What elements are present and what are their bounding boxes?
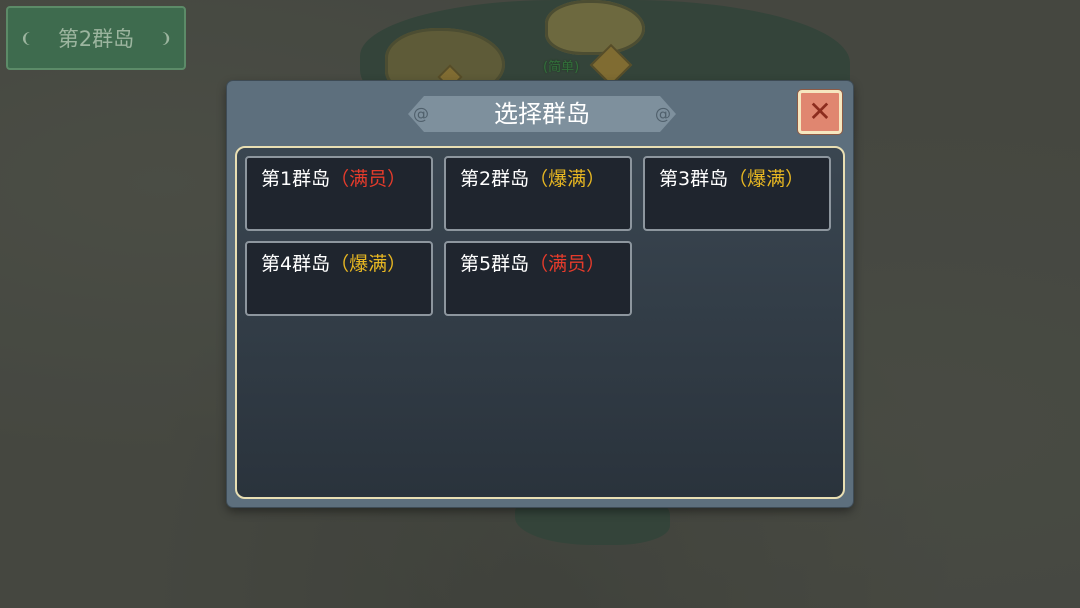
- island-option-label: 第4群岛（爆满）: [261, 249, 406, 276]
- island-name: 第4群岛: [261, 253, 331, 275]
- island-option-1[interactable]: 第1群岛（满员）: [245, 156, 433, 231]
- island-status: （满员）: [330, 168, 407, 190]
- island-option-3[interactable]: 第3群岛（爆满）: [643, 156, 831, 231]
- island-option-label: 第5群岛（满员）: [460, 249, 605, 276]
- badge-ornament-right-icon: ❩: [160, 31, 172, 47]
- close-button[interactable]: ✕: [798, 90, 842, 134]
- island-status: （爆满）: [529, 168, 606, 190]
- island-status: （满员）: [529, 253, 606, 275]
- dialog-title-banner: @ 选择群岛 @: [408, 96, 676, 132]
- island-option-4[interactable]: 第4群岛（爆满）: [245, 241, 433, 316]
- island-status: （爆满）: [330, 253, 407, 275]
- island-name: 第5群岛: [460, 253, 530, 275]
- island-option-label: 第2群岛（爆满）: [460, 164, 605, 191]
- island-list-panel: 第1群岛（满员） 第2群岛（爆满） 第3群岛（爆满） 第4群岛（爆满） 第5群岛…: [235, 146, 845, 499]
- badge-ornament-left-icon: ❨: [20, 31, 32, 47]
- island-name: 第1群岛: [261, 168, 331, 190]
- current-island-label: 第2群岛: [57, 27, 135, 51]
- island-name: 第3群岛: [659, 168, 729, 190]
- current-island-badge[interactable]: ❨ 第2群岛 ❩: [6, 6, 186, 70]
- island-option-2[interactable]: 第2群岛（爆满）: [444, 156, 632, 231]
- close-icon: ✕: [808, 95, 832, 128]
- island-option-label: 第1群岛（满员）: [261, 164, 406, 191]
- select-island-dialog: @ 选择群岛 @ ✕ 第1群岛（满员） 第2群岛（爆满） 第3群岛（爆满） 第4…: [227, 81, 853, 507]
- island-option-label: 第3群岛（爆满）: [659, 164, 804, 191]
- island-option-5[interactable]: 第5群岛（满员）: [444, 241, 632, 316]
- island-status: （爆满）: [728, 168, 805, 190]
- dialog-title: 选择群岛: [494, 100, 590, 128]
- island-name: 第2群岛: [460, 168, 530, 190]
